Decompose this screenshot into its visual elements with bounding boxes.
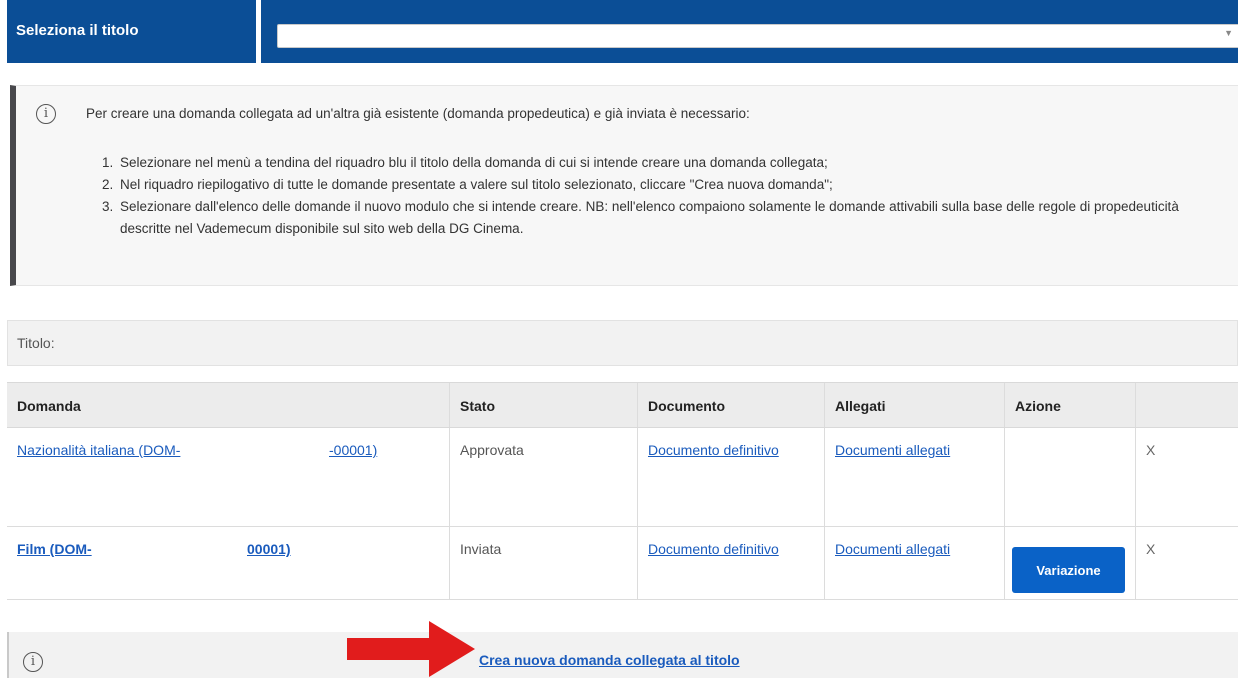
title-bar-divider: [256, 0, 261, 63]
allegati-link[interactable]: Documenti allegati: [835, 541, 950, 557]
domande-table: Domanda Stato Documento Allegati Azione …: [7, 382, 1238, 600]
table-row: Film (DOM- 00001) Inviata Documento defi…: [7, 527, 1238, 600]
table-header: Domanda Stato Documento Allegati Azione: [7, 382, 1238, 428]
info-icon: i: [36, 104, 56, 124]
documento-cell: Documento definitivo: [638, 527, 825, 599]
allegati-cell: Documenti allegati: [825, 527, 1005, 599]
allegati-link[interactable]: Documenti allegati: [835, 442, 950, 458]
titolo-label: Titolo:: [17, 335, 55, 351]
domanda-link[interactable]: Film (DOM-: [17, 541, 92, 557]
crea-nuova-domanda-link[interactable]: Crea nuova domanda collegata al titolo: [479, 652, 740, 668]
chevron-down-icon[interactable]: ▼: [1224, 28, 1233, 38]
domanda-cell: Nazionalità italiana (DOM- -00001): [7, 428, 450, 526]
info-intro: Per creare una domanda collegata ad un'a…: [86, 106, 750, 121]
info-step: 1. Selezionare nel menù a tendina del riq…: [102, 155, 828, 170]
bottom-action-bar: i Crea nuova domanda collegata al titolo: [7, 632, 1238, 678]
header-allegati: Allegati: [825, 383, 1005, 427]
info-box: i Per creare una domanda collegata ad un…: [10, 85, 1238, 286]
allegati-cell: Documenti allegati: [825, 428, 1005, 526]
title-selector-bar: Seleziona il titolo ▼: [7, 0, 1238, 63]
header-documento: Documento: [638, 383, 825, 427]
domanda-link[interactable]: Nazionalità italiana (DOM-: [17, 442, 180, 458]
remove-button[interactable]: X: [1136, 527, 1238, 599]
red-arrow-icon: [347, 621, 475, 677]
documento-link[interactable]: Documento definitivo: [648, 541, 779, 557]
stato-cell: Approvata: [450, 428, 638, 526]
documento-cell: Documento definitivo: [638, 428, 825, 526]
stato-cell: Inviata: [450, 527, 638, 599]
header-stato: Stato: [450, 383, 638, 427]
documento-link[interactable]: Documento definitivo: [648, 442, 779, 458]
azione-cell: [1005, 428, 1136, 526]
info-steps: 1. Selezionare nel menù a tendina del riq…: [102, 152, 1222, 240]
domanda-cell: Film (DOM- 00001): [7, 527, 450, 599]
header-empty: [1136, 383, 1238, 427]
domanda-link-code[interactable]: 00001): [247, 541, 291, 557]
variazione-button[interactable]: Variazione: [1012, 547, 1125, 593]
info-step: 2. Nel riquadro riepilogativo di tutte le…: [102, 177, 833, 192]
info-step: 3. Selezionare dall'elenco delle domande …: [102, 199, 1179, 236]
header-azione: Azione: [1005, 383, 1136, 427]
table-row: Nazionalità italiana (DOM- -00001) Appro…: [7, 428, 1238, 527]
domanda-link-code[interactable]: -00001): [329, 442, 377, 458]
titolo-bar: Titolo:: [7, 320, 1238, 366]
title-select-dropdown[interactable]: ▼: [277, 24, 1238, 48]
header-domanda: Domanda: [7, 383, 450, 427]
info-icon: i: [23, 652, 43, 672]
title-selector-label: Seleziona il titolo: [16, 22, 139, 39]
remove-button[interactable]: X: [1136, 428, 1238, 526]
azione-cell: Variazione: [1005, 527, 1136, 599]
